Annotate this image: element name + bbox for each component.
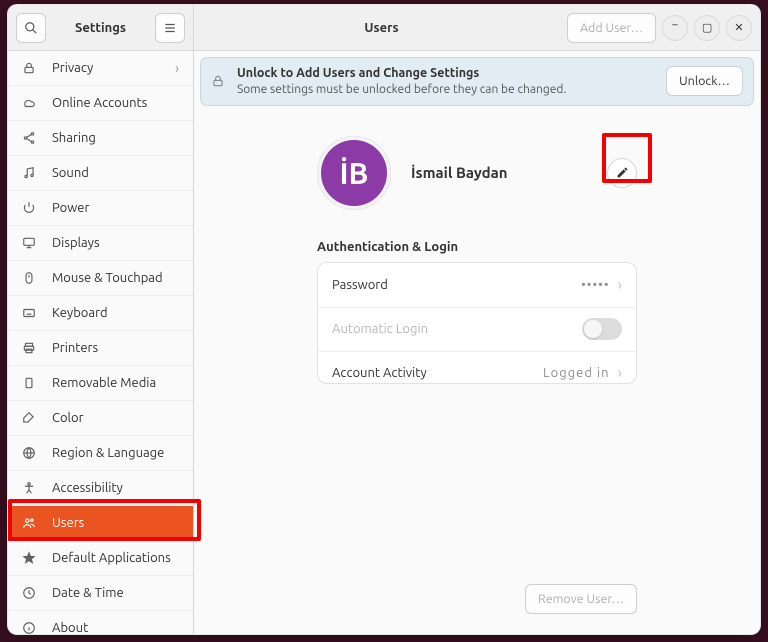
globe-icon	[22, 446, 40, 460]
sidebar-item-label: Power	[52, 201, 89, 215]
sidebar-item-users[interactable]: Users	[8, 506, 193, 541]
sidebar-item-label: Accessibility	[52, 481, 123, 495]
sidebar-item-label: Displays	[52, 236, 100, 250]
share-icon	[22, 131, 40, 145]
sidebar-item-sharing[interactable]: Sharing	[8, 121, 193, 156]
mouse-icon	[22, 271, 40, 285]
sidebar-item-label: Sharing	[52, 131, 96, 145]
sidebar-item-online-accounts[interactable]: Online Accounts	[8, 86, 193, 121]
sidebar-item-label: Printers	[52, 341, 98, 355]
sidebar-item-privacy[interactable]: Privacy ›	[8, 51, 193, 86]
auth-list: Password••••• › Automatic Login Account Act…	[317, 262, 637, 384]
minimize-button[interactable]: –	[662, 15, 688, 41]
content: İB İsmail Baydan Authentication & Login …	[194, 112, 760, 634]
add-user-button[interactable]: Add User…	[567, 13, 656, 43]
sidebar-item-label: Removable Media	[52, 376, 156, 390]
sidebar-item-mouse-touchpad[interactable]: Mouse & Touchpad	[8, 261, 193, 296]
sidebar-item-region-language[interactable]: Region & Language	[8, 436, 193, 471]
sidebar-item-accessibility[interactable]: Accessibility	[8, 471, 193, 506]
printer-icon	[22, 341, 40, 355]
access-icon	[22, 481, 40, 495]
sidebar-item-color[interactable]: Color	[8, 401, 193, 436]
info-icon	[22, 621, 40, 634]
sidebar-item-label: Default Applications	[52, 551, 171, 565]
toggle-switch[interactable]	[582, 318, 622, 340]
close-icon: ✕	[734, 21, 743, 34]
sidebar-item-label: Mouse & Touchpad	[52, 271, 163, 285]
keyboard-icon	[22, 306, 40, 320]
page-title: Users	[364, 21, 398, 35]
sidebar-item-printers[interactable]: Printers	[8, 331, 193, 366]
main: Unlock to Add Users and Change Settings …	[194, 51, 760, 634]
lock-icon	[22, 61, 40, 75]
infobar-texts: Unlock to Add Users and Change Settings …	[237, 66, 654, 97]
sidebar-item-label: Sound	[52, 166, 89, 180]
unlock-infobar: Unlock to Add Users and Change Settings …	[200, 57, 754, 106]
chevron-right-icon: ›	[618, 276, 623, 294]
maximize-button[interactable]: ▢	[694, 15, 720, 41]
headerbar: Settings Users Add User… – ▢ ✕	[8, 5, 760, 51]
menu-icon	[163, 21, 177, 35]
sidebar-item-displays[interactable]: Displays	[8, 226, 193, 261]
minimize-icon: –	[672, 19, 677, 31]
settings-title: Settings	[52, 21, 149, 35]
profile-row: İB İsmail Baydan	[317, 136, 637, 210]
clock-icon	[22, 586, 40, 600]
auth-row-automatic-login: Automatic Login	[318, 307, 636, 351]
infobar-title: Unlock to Add Users and Change Settings	[237, 66, 654, 82]
sidebar-item-sound[interactable]: Sound	[8, 156, 193, 191]
close-button[interactable]: ✕	[726, 15, 752, 41]
sidebar-item-label: Keyboard	[52, 306, 108, 320]
remove-user-button[interactable]: Remove User…	[525, 584, 637, 614]
auth-row-account-activity[interactable]: Account ActivityLogged in ›	[318, 351, 636, 384]
cloud-icon	[22, 96, 40, 110]
headerbar-left: Settings	[8, 5, 194, 50]
sidebar-item-label: About	[52, 621, 88, 634]
body: Privacy › Online Accounts Sharing Sound Power…	[8, 51, 760, 634]
sidebar-item-label: Region & Language	[52, 446, 164, 460]
hamburger-button[interactable]	[155, 13, 185, 43]
headerbar-right: Users Add User… – ▢ ✕	[194, 13, 760, 43]
chevron-right-icon: ›	[175, 60, 179, 76]
display-icon	[22, 236, 40, 250]
footer-row: Remove User…	[317, 584, 637, 614]
sidebar-item-power[interactable]: Power	[8, 191, 193, 226]
power-icon	[22, 201, 40, 215]
sidebar-item-label: Date & Time	[52, 586, 124, 600]
user-name: İsmail Baydan	[411, 164, 587, 181]
sidebar-item-keyboard[interactable]: Keyboard	[8, 296, 193, 331]
search-icon	[24, 21, 38, 35]
sidebar-item-date-time[interactable]: Date & Time	[8, 576, 193, 611]
pencil-icon	[616, 166, 629, 179]
chevron-right-icon: ›	[618, 364, 623, 382]
avatar[interactable]: İB	[317, 136, 391, 210]
auth-row-password[interactable]: Password••••• ›	[318, 263, 636, 307]
color-icon	[22, 411, 40, 425]
sidebar-item-label: Privacy	[52, 61, 93, 75]
users-icon	[22, 516, 40, 530]
infobar-subtitle: Some settings must be unlocked before th…	[237, 82, 654, 97]
sidebar-item-about[interactable]: About	[8, 611, 193, 634]
star-icon	[22, 551, 40, 565]
sidebar-item-removable-media[interactable]: Removable Media	[8, 366, 193, 401]
sidebar-item-label: Online Accounts	[52, 96, 147, 110]
row-label: Automatic Login	[332, 322, 582, 336]
edit-name-button[interactable]	[607, 158, 637, 188]
sidebar-item-label: Users	[52, 516, 84, 530]
row-label: Password	[332, 278, 581, 292]
search-button[interactable]	[16, 13, 46, 43]
row-label: Account Activity	[332, 366, 543, 380]
unlock-button[interactable]: Unlock…	[666, 66, 743, 96]
row-value: •••••	[581, 278, 609, 292]
auth-section-title: Authentication & Login	[317, 240, 637, 254]
note-icon	[22, 166, 40, 180]
settings-window: Settings Users Add User… – ▢ ✕ Privacy › O…	[7, 4, 761, 635]
removable-icon	[22, 376, 40, 390]
sidebar-item-label: Color	[52, 411, 84, 425]
maximize-icon: ▢	[702, 21, 712, 34]
row-value: Logged in	[543, 366, 610, 380]
sidebar-item-default-applications[interactable]: Default Applications	[8, 541, 193, 576]
sidebar[interactable]: Privacy › Online Accounts Sharing Sound Power…	[8, 51, 194, 634]
lock-icon	[211, 74, 225, 88]
